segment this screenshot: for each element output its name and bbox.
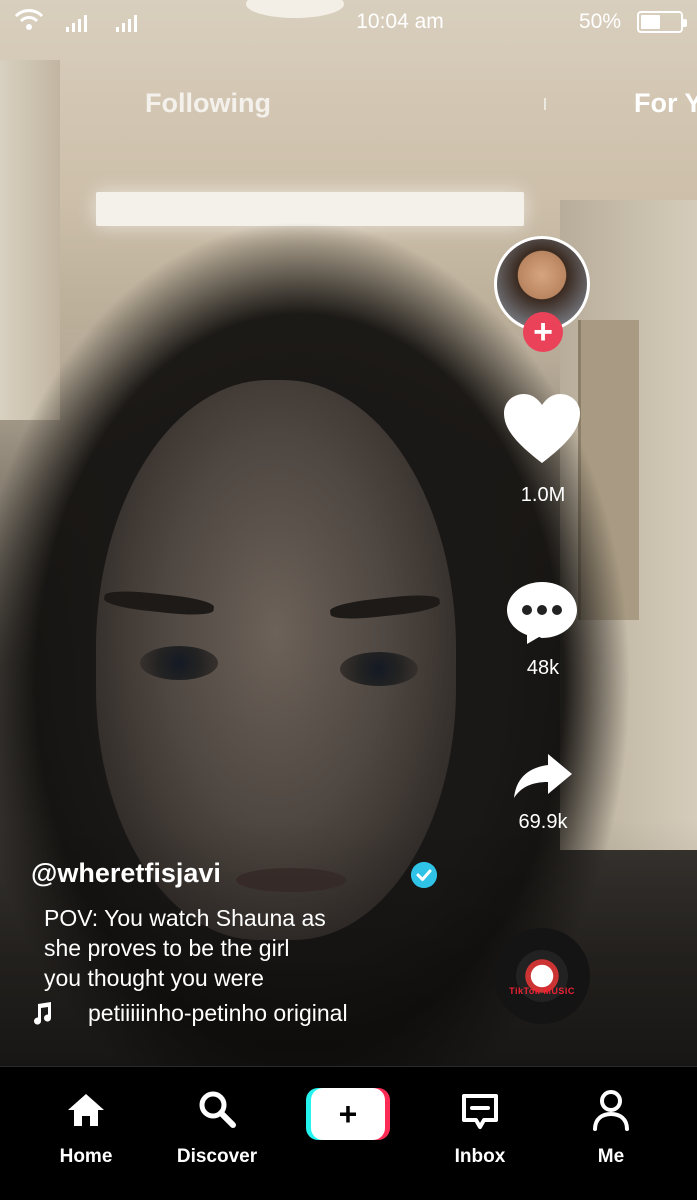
search-icon [199,1091,236,1128]
phone-screen: 10:04 am 50% Following For Y + 1.0M 48k … [0,0,697,1200]
share-icon[interactable] [512,752,574,800]
nav-me-label: Me [597,1146,625,1167]
tab-divider [544,98,546,110]
nav-inbox[interactable]: Inbox [430,1067,530,1200]
create-button[interactable]: + [306,1088,390,1140]
nav-inbox-label: Inbox [454,1146,506,1167]
sound-name[interactable]: petiiiiinho-petinho original [88,1000,348,1027]
like-count: 1.0M [520,484,566,506]
follow-button[interactable]: + [523,312,563,352]
right-eye [340,652,418,686]
comment-count: 48k [526,657,560,679]
nav-home[interactable]: Home [36,1067,136,1200]
nav-me[interactable]: Me [561,1067,661,1200]
caption-line: POV: You watch Shauna as [44,905,326,931]
heart-icon[interactable] [502,393,582,465]
inbox-icon [462,1094,498,1129]
status-bar: 10:04 am 50% [0,0,697,44]
home-icon [68,1094,104,1126]
nav-discover-label: Discover [176,1146,258,1167]
verified-icon [411,862,437,888]
caption-line: you thought you were [44,965,264,991]
disc-label: TikTok MUSIC [509,986,575,996]
nav-home-label: Home [59,1146,113,1167]
create-plus-label: + [311,1088,385,1140]
creator-username[interactable]: @wheretfisjavi [31,858,221,889]
tab-for-you[interactable]: For Y [634,88,697,119]
music-note-icon [34,1002,52,1025]
battery-percent: 50% [578,10,621,33]
left-eye [140,646,218,680]
battery-icon [637,11,687,33]
battery-fill [641,15,660,29]
share-count: 69.9k [518,811,568,833]
video-caption: POV: You watch Shauna as she proves to b… [44,903,384,993]
caption-line: she proves to be the girl [44,935,290,961]
tab-following[interactable]: Following [145,88,271,119]
nav-discover[interactable]: Discover [167,1067,267,1200]
person-icon [593,1090,629,1131]
music-disc[interactable]: TikTok MUSIC [494,928,590,1024]
comment-icon[interactable] [505,580,579,646]
